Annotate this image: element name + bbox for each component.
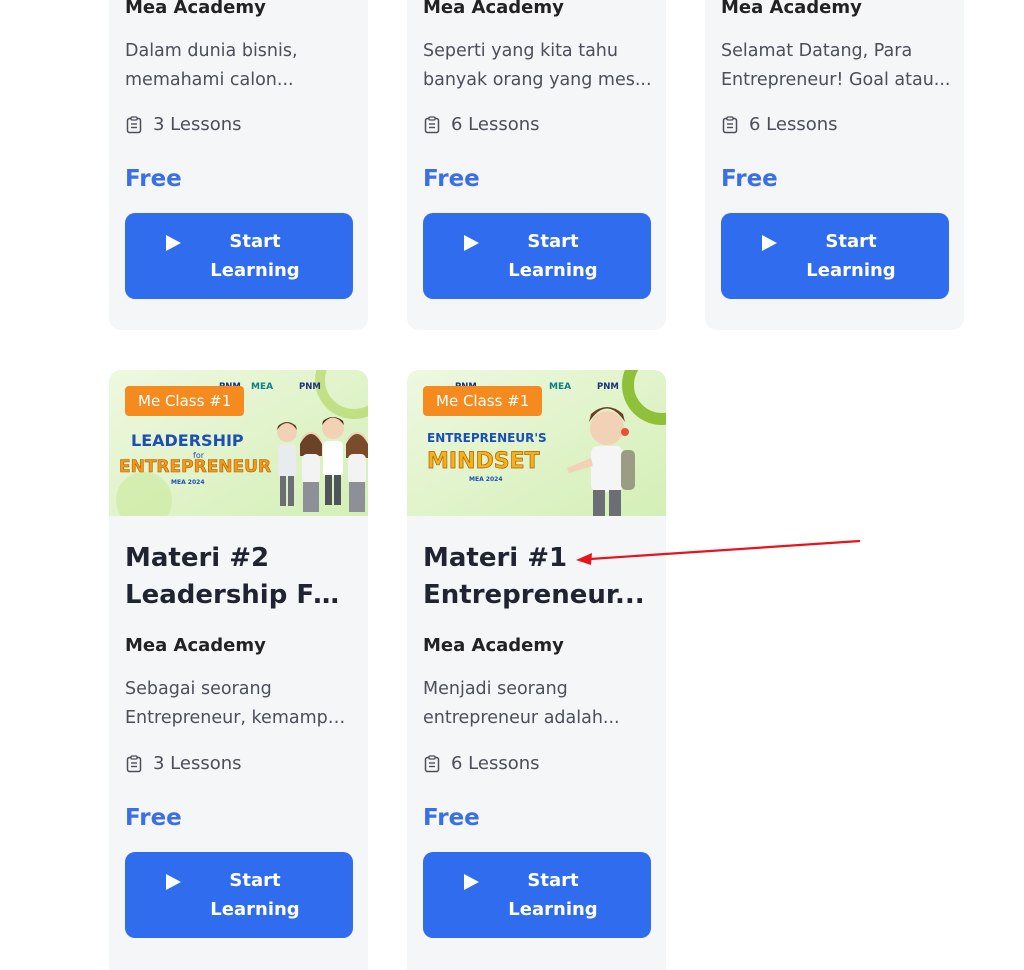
course-price: Free (721, 166, 778, 192)
svg-text:MEA 2024: MEA 2024 (171, 479, 205, 486)
svg-text:MEA 2024: MEA 2024 (469, 476, 503, 483)
course-card[interactable]: PNM MEA PNM ENTREPRENEUR'S MINDSET MEA 2… (407, 370, 666, 970)
start-learning-button[interactable]: Start Learning (721, 213, 949, 299)
svg-text:MINDSET: MINDSET (427, 449, 540, 474)
category-badge: Me Class #1 (125, 386, 245, 416)
course-card[interactable]: PNM MEA PNM LEADERSHIP for ENTREPRENEUR … (109, 370, 368, 970)
button-label: Start Learning (806, 231, 896, 281)
play-icon (762, 235, 777, 251)
course-price: Free (423, 805, 480, 831)
clipboard-list-icon (424, 115, 440, 133)
play-icon (464, 235, 479, 251)
lesson-count: 3 Lessons (125, 753, 242, 774)
button-label: Start Learning (508, 231, 598, 281)
sponsor-logo: PNM (597, 382, 619, 392)
start-learning-button[interactable]: Start Learning (125, 213, 353, 299)
course-card[interactable]: Mea Academy Dalam dunia bisnis, memahami … (109, 0, 368, 330)
mea-logo: MEA (549, 382, 571, 392)
course-card[interactable]: Mea Academy Selamat Datang, Para Entrepre… (705, 0, 964, 330)
course-price: Free (423, 166, 480, 192)
clipboard-list-icon (424, 754, 440, 772)
mea-logo: MEA (251, 382, 273, 392)
sponsor-logo: PNM (299, 382, 321, 392)
course-description: Dalam dunia bisnis, memahami calon... (125, 41, 298, 90)
course-author: Mea Academy (125, 635, 266, 656)
course-description: Seperti yang kita tahu banyak orang yang … (423, 41, 652, 90)
thumbnail-headline: LEADERSHIP (131, 431, 244, 450)
play-icon (166, 235, 181, 251)
svg-text:ENTREPRENEUR: ENTREPRENEUR (119, 457, 271, 477)
button-label: Start Learning (210, 231, 300, 281)
course-author: Mea Academy (721, 0, 862, 18)
play-icon (166, 874, 181, 890)
start-learning-button[interactable]: Start Learning (423, 852, 651, 938)
course-description: Sebagai seorang Entrepreneur, kemampu... (125, 679, 355, 728)
button-label: Start Learning (210, 870, 300, 920)
annotation-arrow (576, 539, 861, 565)
lesson-count: 6 Lessons (423, 114, 540, 135)
course-description: Menjadi seorang entrepreneur adalah... (423, 679, 620, 728)
lesson-count: 3 Lessons (125, 114, 242, 135)
category-badge: Me Class #1 (423, 386, 543, 416)
course-title[interactable]: Materi #2 Leadership For... (125, 540, 355, 614)
course-author: Mea Academy (125, 0, 266, 18)
start-learning-button[interactable]: Start Learning (423, 213, 651, 299)
course-description: Selamat Datang, Para Entrepreneur! Goal a… (721, 41, 951, 90)
thumbnail-headline: ENTREPRENEUR'S (427, 431, 547, 445)
course-card[interactable]: Mea Academy Seperti yang kita tahu banyak… (407, 0, 666, 330)
course-author: Mea Academy (423, 0, 564, 18)
clipboard-list-icon (126, 115, 142, 133)
button-label: Start Learning (508, 870, 598, 920)
lesson-count: 6 Lessons (423, 753, 540, 774)
lesson-count: 6 Lessons (721, 114, 838, 135)
play-icon (464, 874, 479, 890)
course-price: Free (125, 166, 182, 192)
start-learning-button[interactable]: Start Learning (125, 852, 353, 938)
clipboard-list-icon (126, 754, 142, 772)
course-price: Free (125, 805, 182, 831)
clipboard-list-icon (722, 115, 738, 133)
course-author: Mea Academy (423, 635, 564, 656)
